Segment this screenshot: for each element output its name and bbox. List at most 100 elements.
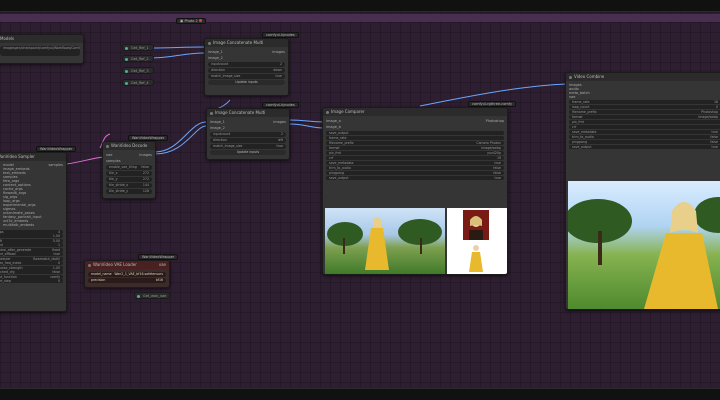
group-header-band[interactable] [0, 14, 720, 22]
sampler-widget[interactable]: control_after_generate fixed [0, 247, 63, 252]
vae-title[interactable]: WanVideo VAE Loader vae [85, 261, 169, 269]
concat1-widget-match[interactable]: match_image_size true [208, 74, 285, 79]
sampler-widget[interactable]: force_offload true [0, 252, 63, 256]
vae-model-select[interactable]: model_name Wan2_1_VAE_bf16.safetensors [88, 272, 166, 277]
concat2-widget-direction[interactable]: direction left [210, 138, 286, 143]
compare-preview-main[interactable] [325, 208, 445, 274]
compare-widget[interactable]: frame_rate [326, 136, 504, 140]
sampler-widget[interactable]: riflex_freq_index 0 [0, 261, 63, 265]
video-combine-title[interactable]: Video Combine [566, 73, 720, 81]
get-node-4[interactable]: Get_Ref_4 [122, 79, 154, 86]
wanvideo-decode-node[interactable]: WanVideo Decode vae images samples enable… [102, 141, 156, 199]
decode-widget[interactable]: tile_y 272 [106, 177, 152, 182]
sampler-title[interactable]: WanVideo Sampler [0, 153, 66, 161]
sampler-widget[interactable]: start_step 0 [0, 279, 63, 283]
decode-widget[interactable]: tile_stride_y 128 [106, 189, 152, 194]
concat1-io-row-2[interactable]: image_2 [208, 55, 285, 61]
wanvideo-sampler-node[interactable]: WanVideo Sampler model samples image_embe… [0, 152, 67, 312]
photo-node-tag[interactable]: ▣ Photo 2 [176, 18, 206, 24]
compare-title[interactable]: Image Comparer [323, 108, 507, 116]
vc-widget[interactable]: pix_fmt [569, 120, 720, 124]
concat1-output[interactable]: images [272, 49, 285, 55]
sampler-widget[interactable]: batched_cfg false [0, 270, 63, 274]
vc-widget[interactable]: frame_rate 16 [569, 100, 720, 104]
decode-widget[interactable]: tile_x 272 [106, 171, 152, 176]
image-concat-node-1[interactable]: Image Concatenate Multi image_1 images im… [204, 38, 289, 96]
vae-output[interactable]: vae [159, 261, 166, 269]
concat2-badge-text: comfyui-kjnodes [266, 103, 295, 107]
widget-value: true [275, 74, 282, 78]
models-node[interactable]: Models imagesgen/checkpoint/comfyui/Work… [0, 34, 84, 64]
concat1-update-button[interactable]: Update inputs [208, 80, 285, 85]
vc-widget[interactable]: crf [569, 125, 720, 129]
get-node-1[interactable]: Get_Ref_1 [122, 44, 154, 51]
concat2-io-row-2[interactable]: image_2 [210, 125, 286, 131]
models-path-field[interactable]: imagesgen/checkpoint/comfyui/Workflows/C… [0, 46, 80, 56]
sampler-input[interactable]: multitalk_embeds [3, 223, 34, 227]
image-concat-node-2[interactable]: Image Concatenate Multi image_1 images im… [206, 108, 290, 160]
vc-widget[interactable]: save_metadata true [569, 130, 720, 134]
models-node-title[interactable]: Models [0, 35, 83, 43]
compare-widget[interactable]: save_output true [326, 176, 504, 180]
vae-precision-select[interactable]: precision bf16 [88, 278, 166, 283]
compare-io-row-2[interactable]: image_b [326, 124, 504, 130]
decode-title[interactable]: WanVideo Decode [103, 142, 155, 150]
vc-widget[interactable]: save_output true [569, 145, 720, 149]
decode-input-samples[interactable]: samples [106, 158, 121, 164]
compare-input-b[interactable]: image_b [326, 124, 341, 130]
vc-widget[interactable]: trim_to_audio false [569, 135, 720, 139]
get-wan-vae-node[interactable]: Get_wan_vae [134, 292, 170, 299]
compare-widget[interactable]: save_output [326, 131, 504, 135]
concat1-input-2[interactable]: image_2 [208, 55, 223, 61]
compare-title-text: Image Comparer [331, 109, 365, 114]
concat2-output[interactable]: images [273, 119, 286, 125]
vc-widget[interactable]: format image/webp [569, 115, 720, 119]
sampler-widget[interactable]: steps 4 [0, 229, 63, 234]
vc-input-row[interactable]: vae [569, 95, 720, 99]
concat2-widget-match[interactable]: match_image_size true [210, 144, 286, 149]
sampler-widget[interactable]: cfg1.00 [0, 234, 63, 238]
sampler-widget[interactable]: shift 5.00 [0, 238, 63, 243]
vc-input-vae[interactable]: vae [569, 95, 575, 99]
video-combine-node[interactable]: Video Combine images audio meta_batch va… [565, 72, 720, 310]
widget-value: false [141, 165, 149, 169]
image-icon: ▣ [180, 19, 184, 23]
image-comparer-node[interactable]: Image Comparer image_a Photoshop image_b … [322, 107, 508, 275]
concat2-widget-inputcount[interactable]: inputcount 2 [210, 132, 286, 137]
concat2-title[interactable]: Image Concatenate Multi [207, 109, 289, 117]
decode-widget[interactable]: enable_vae_tiling false [106, 165, 152, 170]
compare-widget[interactable]: format image/webp [326, 146, 504, 150]
decode-widget[interactable]: tile_stride_x 144 [106, 183, 152, 188]
concat2-input-2[interactable]: image_2 [210, 125, 225, 131]
concat1-title[interactable]: Image Concatenate Multi [205, 39, 288, 47]
compare-widget[interactable]: trim_to_audio false [326, 166, 504, 170]
vc-widget[interactable]: loop_count 0 [569, 105, 720, 109]
compare-widget[interactable]: pingpong false [326, 171, 504, 175]
widget-value: left [277, 138, 283, 142]
get-node-2[interactable]: Get_Ref_2 [122, 55, 154, 62]
get-node-4-label: Get_Ref_4 [131, 81, 149, 85]
compare-widget[interactable]: filename_prefix Camera Photon [326, 141, 504, 145]
compare-widget[interactable]: save_metadata true [326, 161, 504, 165]
get-node-3[interactable]: Get_Ref_3 [122, 67, 154, 74]
sampler-widget[interactable]: denoise_strength 1.00 [0, 265, 63, 270]
sampler-widget[interactable]: seed 1 [0, 243, 63, 247]
wanvideo-vae-loader-node[interactable]: WanVideo VAE Loader vae model_name Wan2_1_… [84, 260, 170, 288]
decode-io-row-2[interactable]: samples [106, 158, 152, 164]
sampler-widget[interactable]: scheduler flowmatch_distill [0, 256, 63, 261]
decode-output[interactable]: images [139, 152, 152, 158]
vc-widget[interactable]: filename_prefix Photoshop [569, 110, 720, 114]
widget-value: 5.00 [52, 238, 60, 243]
compare-widget[interactable]: pix_fmt yuv420p [326, 151, 504, 155]
concat1-widget-direction[interactable]: direction down [208, 68, 285, 73]
compare-widget[interactable]: crf 19 [326, 156, 504, 160]
sampler-widget[interactable]: rope_function comfy [0, 274, 63, 279]
concat1-widget-inputcount[interactable]: inputcount 2 [208, 62, 285, 67]
compare-preview-stack[interactable] [447, 208, 507, 274]
video-preview[interactable] [568, 181, 720, 309]
vc-widget[interactable]: pingpong false [569, 140, 720, 144]
concat2-update-button[interactable]: Update inputs [210, 150, 286, 155]
sampler-output[interactable]: samples [48, 163, 63, 167]
widget-label: match_image_size [211, 74, 241, 78]
sampler-input-row[interactable]: multitalk_embeds [3, 223, 63, 227]
